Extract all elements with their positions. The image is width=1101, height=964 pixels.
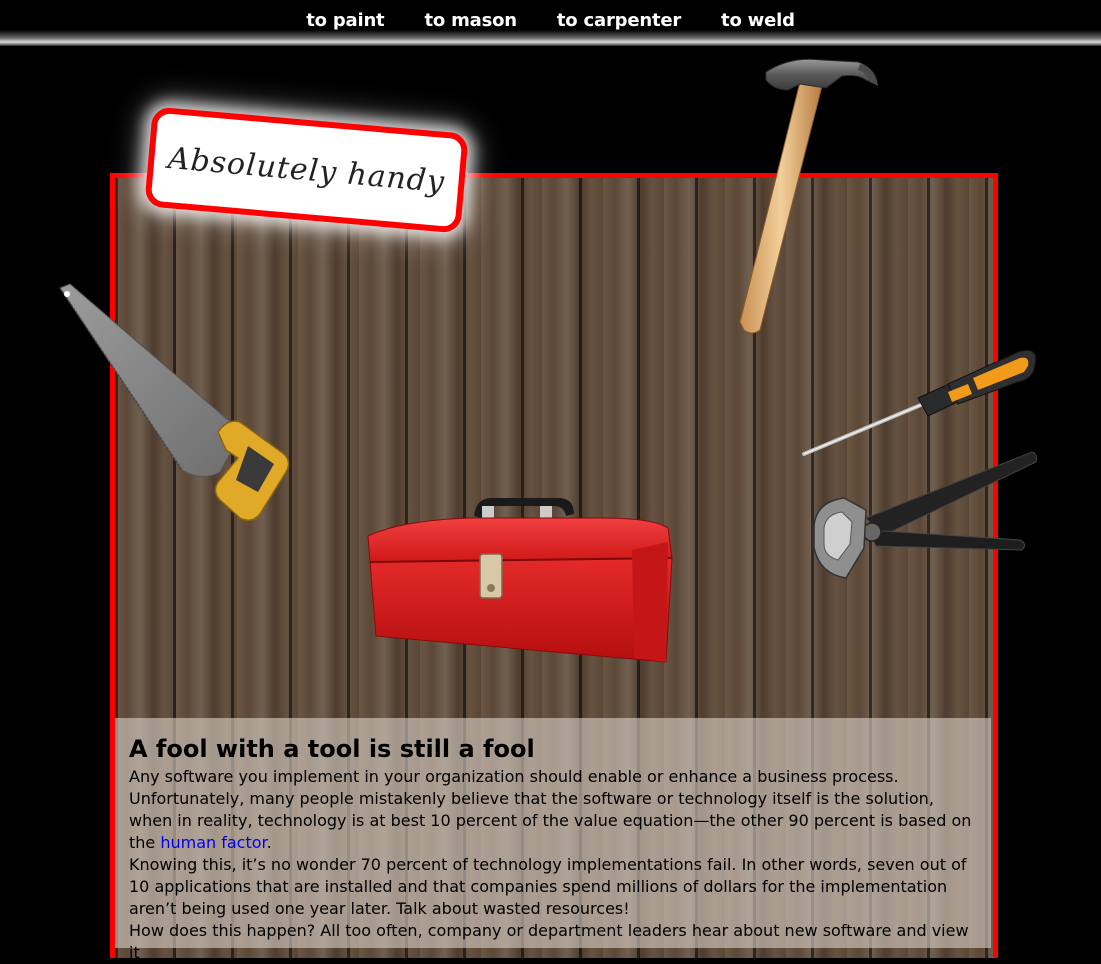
nav-link-carpenter[interactable]: to carpenter (557, 10, 681, 31)
article-paragraph-1: Any software you implement in your organ… (129, 766, 977, 854)
nav-link-weld[interactable]: to weld (721, 10, 795, 31)
article-p1-end: . (266, 833, 272, 852)
nav-link-paint[interactable]: to paint (306, 10, 384, 31)
pliers-icon (813, 451, 1037, 579)
top-navigation: to paint to mason to carpenter to weld (0, 0, 1101, 46)
nav-item-mason: to mason (424, 10, 517, 31)
nav-item-carpenter: to carpenter (557, 10, 681, 31)
nav-item-weld: to weld (721, 10, 795, 31)
nav-list: to paint to mason to carpenter to weld (0, 10, 1101, 31)
article-panel: A fool with a tool is still a fool Any s… (115, 718, 991, 962)
hammer-icon (739, 58, 878, 334)
nav-link-mason[interactable]: to mason (424, 10, 517, 31)
logo-text: Absolutely handy (166, 140, 447, 200)
nav-item-paint: to paint (306, 10, 384, 31)
toolbox-icon (367, 498, 673, 663)
article-title: A fool with a tool is still a fool (129, 735, 535, 763)
human-factor-link[interactable]: human factor (160, 833, 266, 852)
saw-icon (59, 283, 290, 521)
article-paragraph-2: Knowing this, it’s no wonder 70 percent … (129, 855, 967, 918)
screwdriver-icon (802, 349, 1037, 456)
article-paragraph-3: How does this happen? All too often, com… (129, 921, 969, 962)
